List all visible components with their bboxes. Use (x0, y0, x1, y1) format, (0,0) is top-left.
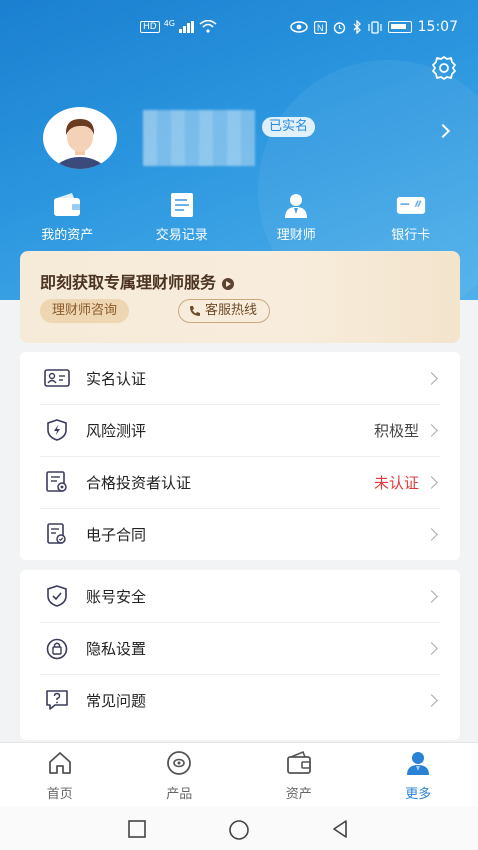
menu-row-label: 账号安全 (86, 587, 147, 606)
advisor-consult-button[interactable]: 理财师咨询 (40, 299, 130, 323)
menu-row-label: 实名认证 (86, 369, 147, 388)
quick-nav-label: 交易记录 (155, 228, 208, 243)
network-indicator: 4G (163, 19, 175, 28)
tab-home[interactable]: 首页 (0, 743, 120, 806)
menu-row-label: 电子合同 (86, 525, 147, 544)
status-left: HD 4G (140, 19, 217, 33)
bluetooth-icon (353, 20, 361, 34)
chevron-right-icon (425, 589, 438, 603)
tab-assets[interactable]: 资产 (239, 743, 359, 806)
nfc-icon: N (313, 20, 327, 34)
avatar[interactable] (43, 107, 117, 169)
hotline-button[interactable]: 客服热线 (178, 299, 271, 323)
product-icon (167, 751, 192, 775)
battery-icon (387, 21, 412, 33)
chevron-right-icon (425, 371, 438, 385)
menu-row-label: 合格投资者认证 (86, 473, 192, 492)
chevron-right-icon (425, 423, 438, 437)
risk-level-value: 积极型 (373, 421, 419, 440)
promo-title: 即刻获取专属理财师服务 (40, 269, 235, 293)
menu-row-real-name[interactable]: 实名认证 (20, 352, 460, 404)
menu-row-qualified-investor[interactable]: 合格投资者认证 未认证 (20, 456, 460, 508)
alarm-icon (333, 21, 345, 34)
wallet-icon (286, 750, 311, 774)
shield-check-icon (47, 585, 67, 607)
person-icon (407, 752, 430, 775)
avatar-illustration (54, 119, 106, 169)
lock-icon (46, 638, 68, 660)
phone-icon (190, 306, 200, 316)
play-arrow-icon (222, 277, 235, 290)
investor-status-value: 未认证 (373, 473, 419, 492)
quick-nav: 我的资产 交易记录 理财师 银行卡 (0, 192, 478, 243)
bank-card-icon (396, 197, 425, 214)
shield-bolt-icon (47, 419, 67, 441)
quick-nav-label: 我的资产 (41, 228, 94, 243)
tab-label: 产品 (166, 787, 193, 802)
menu-row-risk-assessment[interactable]: 风险测评 积极型 (20, 404, 460, 456)
system-nav-bar (0, 806, 478, 850)
recents-square-icon[interactable] (127, 819, 147, 839)
question-icon (46, 690, 68, 710)
verified-badge: 已实名 (262, 117, 316, 137)
eye-icon (289, 21, 308, 33)
chevron-right-icon (425, 527, 438, 541)
signal-icon (179, 20, 194, 33)
advisor-icon (285, 194, 308, 218)
menu-row-faq[interactable]: 常见问题 (20, 674, 460, 726)
settings-menu-card: 账号安全 隐私设置 常见问题 (20, 570, 460, 740)
contract-icon (47, 523, 66, 544)
hd-indicator: HD (140, 20, 160, 33)
chevron-right-icon (425, 641, 438, 655)
tab-label: 更多 (405, 787, 432, 802)
tab-products[interactable]: 产品 (120, 743, 240, 806)
status-time: 15:07 (417, 19, 458, 35)
chevron-right-icon (425, 693, 438, 707)
home-circle-icon[interactable] (228, 819, 250, 841)
menu-row-label: 常见问题 (86, 691, 147, 710)
bottom-tab-bar: 首页 产品 资产 更多 (0, 742, 478, 806)
menu-row-privacy[interactable]: 隐私设置 (20, 622, 460, 674)
vibrate-icon (368, 20, 382, 34)
menu-row-label: 隐私设置 (86, 639, 147, 658)
quick-nav-advisor[interactable]: 理财师 (246, 192, 346, 243)
home-icon (48, 752, 71, 774)
tab-label: 首页 (46, 787, 73, 802)
document-icon (170, 193, 193, 217)
tab-more[interactable]: 更多 (359, 743, 478, 806)
quick-nav-transactions[interactable]: 交易记录 (132, 192, 232, 243)
status-right: N 15:07 (289, 19, 458, 35)
promo-title-text: 即刻获取专属理财师服务 (40, 273, 217, 292)
hotline-label: 客服热线 (205, 303, 258, 318)
menu-row-account-security[interactable]: 账号安全 (20, 570, 460, 622)
advisor-promo-card[interactable]: 即刻获取专属理财师服务 理财师咨询 客服热线 (20, 251, 460, 343)
quick-nav-label: 银行卡 (391, 228, 431, 243)
tab-label: 资产 (285, 787, 312, 802)
menu-row-e-contract[interactable]: 电子合同 (20, 508, 460, 560)
quick-nav-my-assets[interactable]: 我的资产 (17, 192, 117, 243)
certificate-icon (46, 471, 67, 492)
settings-gear-icon[interactable] (430, 54, 458, 82)
quick-nav-bank-card[interactable]: 银行卡 (361, 192, 461, 243)
svg-text:N: N (317, 23, 324, 33)
quick-nav-label: 理财师 (276, 228, 316, 243)
account-menu-card: 实名认证 风险测评 积极型 合格投资者认证 未认证 电子合同 (20, 352, 460, 560)
wifi-icon (199, 20, 217, 33)
chevron-right-icon (425, 475, 438, 489)
user-name-blurred (143, 110, 255, 166)
status-bar: HD 4G N 15:07 (0, 0, 478, 56)
back-triangle-icon[interactable] (330, 819, 350, 839)
menu-row-label: 风险测评 (86, 421, 147, 440)
id-card-icon (44, 369, 70, 387)
wallet-icon (54, 193, 81, 216)
